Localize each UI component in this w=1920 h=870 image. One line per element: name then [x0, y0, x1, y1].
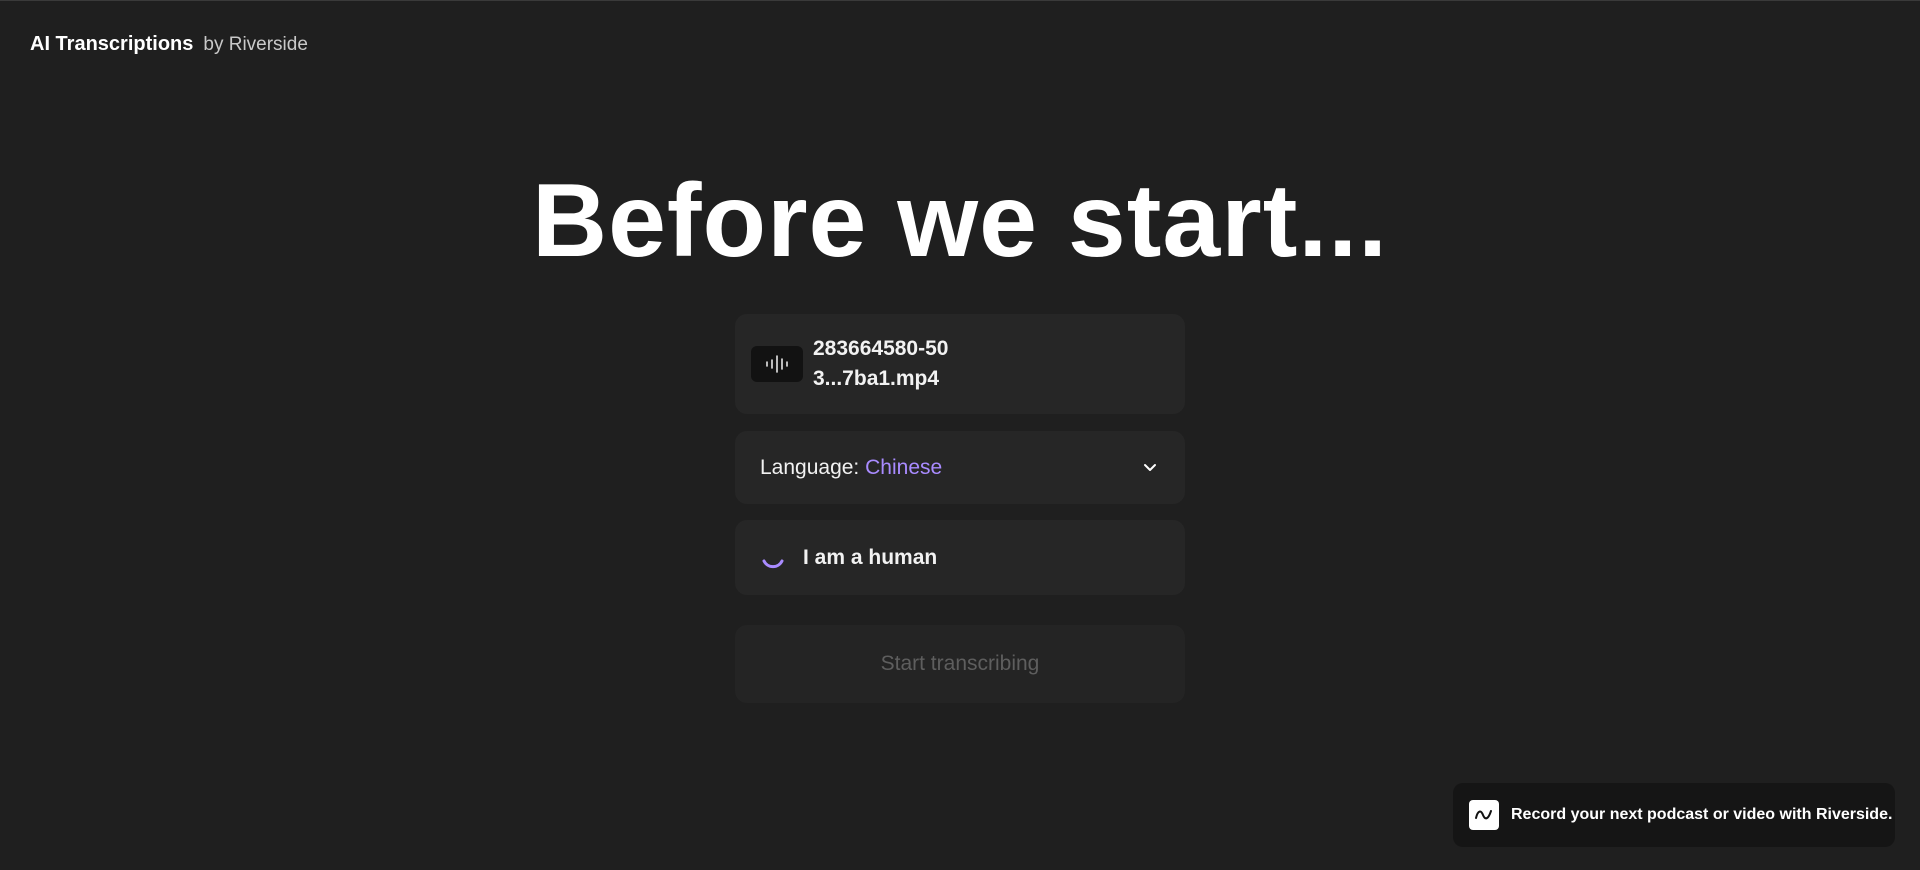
brand-header: AI Transcriptions by Riverside [30, 33, 308, 56]
language-select-text: Language: Chinese [760, 456, 942, 480]
riverside-promo-banner[interactable]: Record your next podcast or video with R… [1453, 783, 1895, 847]
brand-name-link[interactable]: AI Transcriptions [30, 33, 193, 56]
language-label: Language: [760, 455, 860, 479]
file-name: 283664580-503...7ba1.mp4 [813, 337, 949, 390]
chevron-down-icon[interactable] [1141, 459, 1159, 477]
human-verification-checkbox[interactable]: I am a human [735, 520, 1185, 595]
human-verification-label: I am a human [803, 545, 938, 569]
page-title: Before we start... [531, 163, 1389, 279]
audio-waveform-icon [751, 346, 803, 382]
brand-by-label: by Riverside [203, 34, 308, 55]
page: AI Transcriptions by Riverside Before we… [0, 0, 1920, 870]
language-value: Chinese [865, 455, 943, 479]
start-transcribing-button[interactable]: Start transcribing [735, 625, 1185, 703]
riverside-logo-icon [1469, 800, 1499, 830]
promo-text: Record your next podcast or video with R… [1511, 806, 1893, 823]
uploaded-file-card: 283664580-503...7ba1.mp4 [735, 314, 1185, 414]
loading-spinner-icon [759, 544, 787, 572]
language-select[interactable]: Language: Chinese [735, 431, 1185, 504]
